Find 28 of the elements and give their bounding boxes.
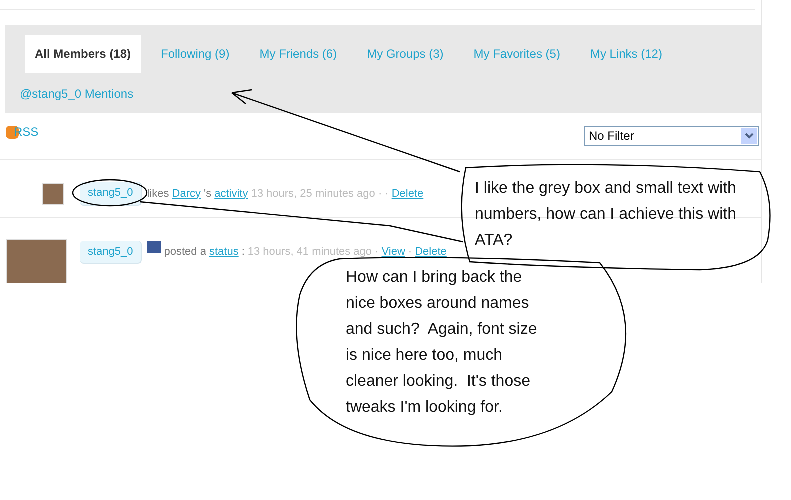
filter-tab[interactable]: My Groups (3) <box>357 35 454 73</box>
activity-text: posted a <box>164 245 206 260</box>
timestamp: 13 hours, 41 minutes ago · <box>248 245 379 260</box>
timestamp: · <box>408 245 412 260</box>
filter-tab[interactable]: My Links (12) <box>580 35 672 73</box>
activity-link[interactable]: activity <box>214 186 248 202</box>
username-link[interactable]: stang5_0 <box>80 240 142 264</box>
avatar-photo-placeholder <box>42 182 64 205</box>
username-link[interactable]: stang5_0 <box>80 182 142 206</box>
annotation-text: I like the grey box and small text with numbers, how can I achieve this with ATA? <box>475 179 738 251</box>
filter-tab[interactable]: All Members (18) <box>25 35 142 73</box>
activity-link[interactable]: Darcy <box>172 186 202 202</box>
activity-link[interactable]: View <box>382 244 406 260</box>
activity-text: likes <box>147 186 170 202</box>
activity-text: : <box>242 245 245 260</box>
activity-text: 's <box>204 186 212 202</box>
avatar-photo-placeholder <box>6 238 67 283</box>
timestamp: 13 hours, 25 minutes ago · · <box>251 186 389 202</box>
filter-tab[interactable]: Following (9) <box>151 35 240 73</box>
annotation-text: How can I bring back the nice boxes around names and such? Again, font size is nice here too, much cleaner looking. It's those tweaks I'm looking for. <box>346 268 538 418</box>
activity-link[interactable]: Delete <box>392 186 424 202</box>
activity-link[interactable]: status <box>209 244 239 260</box>
filter-tab[interactable]: My Favorites (5) <box>464 35 570 73</box>
facebook-icon <box>147 240 162 252</box>
activity-link[interactable]: Delete <box>415 244 447 260</box>
mentions-tab[interactable]: @stang5_0 Mentions <box>20 85 134 103</box>
filter-select[interactable]: No Filter <box>584 126 759 146</box>
filter-tab[interactable]: My Friends (6) <box>250 35 348 73</box>
